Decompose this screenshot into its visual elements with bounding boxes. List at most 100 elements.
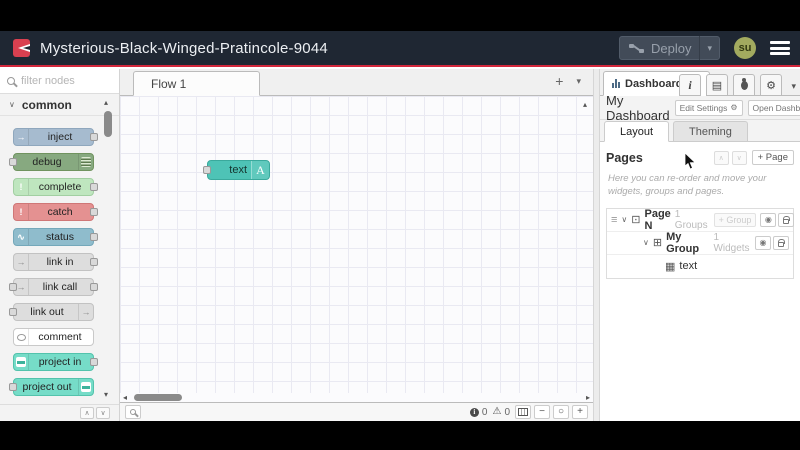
move-down-button[interactable]: ∨ xyxy=(731,150,747,165)
output-port[interactable] xyxy=(90,233,98,241)
output-port[interactable] xyxy=(90,358,98,366)
palette-node-catch[interactable]: ! catch xyxy=(13,203,98,221)
edit-settings-button[interactable]: Edit Settings ⚙ xyxy=(674,99,743,116)
sidebar-resize-handle[interactable] xyxy=(593,69,600,421)
input-port[interactable] xyxy=(203,166,211,174)
bug-icon xyxy=(740,77,748,90)
tab-config[interactable]: ⚙ xyxy=(760,74,782,96)
workspace: Flow 1 + ▾ text A ▴ ◂ ▸ i 0 ⚠ 0 − ○ + xyxy=(120,69,593,421)
project-out-icon xyxy=(78,379,93,395)
output-port[interactable] xyxy=(90,183,98,191)
palette-footer: ∧ ∨ xyxy=(0,404,119,421)
workspace-tabbar: Flow 1 + ▾ xyxy=(120,69,593,96)
open-dashboard-button[interactable]: Open Dashboard ↗ xyxy=(747,99,800,116)
palette-node-link-in[interactable]: → link in xyxy=(13,253,98,271)
tab-layout[interactable]: Layout xyxy=(604,121,670,142)
tab-debug[interactable] xyxy=(733,74,755,96)
horizontal-scrollbar-thumb[interactable] xyxy=(134,394,182,401)
palette-scrollbar[interactable]: ▴ ▾ xyxy=(104,98,113,399)
project-in-icon xyxy=(14,354,29,370)
add-flow-button[interactable]: + xyxy=(555,74,563,88)
complete-icon: ! xyxy=(14,179,29,195)
palette-filter[interactable]: filter nodes xyxy=(0,69,119,94)
deploy-options-button[interactable]: ▾ xyxy=(699,36,719,60)
zoom-out-button[interactable]: − xyxy=(534,405,550,419)
flow-node-text[interactable]: text A xyxy=(203,160,270,180)
zoom-in-button[interactable]: + xyxy=(572,405,588,419)
canvas-horizontal-scrollbar[interactable]: ◂ ▸ xyxy=(120,393,593,402)
pages-heading: Pages xyxy=(606,150,643,165)
palette-scrollbar-thumb[interactable] xyxy=(104,111,112,137)
user-avatar[interactable]: su xyxy=(734,37,756,59)
scroll-up-icon[interactable]: ▴ xyxy=(580,100,590,109)
flow-list-button[interactable]: ▾ xyxy=(576,76,581,87)
deploy-button[interactable]: Deploy ▾ xyxy=(619,36,720,60)
palette-node-status[interactable]: ∿ status xyxy=(13,228,98,246)
main-menu-button[interactable] xyxy=(770,41,790,55)
palette-node-link-out[interactable]: link out → xyxy=(9,303,94,321)
sidebar: Dashboard 2.0 i ▤ ⚙ ▾ My Dashboard Edit … xyxy=(600,69,800,421)
palette-filter-placeholder: filter nodes xyxy=(21,75,75,87)
page-lock-button[interactable] xyxy=(778,212,795,227)
link-call-icon: → xyxy=(14,279,29,295)
palette-node-comment[interactable]: comment xyxy=(13,328,94,346)
move-up-button[interactable]: ∧ xyxy=(713,150,729,165)
palette-node-list: → inject debug ! complete ! catch ∿ stat… xyxy=(0,116,119,396)
drag-handle-icon[interactable]: ≡ xyxy=(611,214,617,226)
collapse-categories-button[interactable]: ∧ xyxy=(80,407,94,419)
debug-icon xyxy=(78,154,93,170)
sidebar-tab-list-button[interactable]: ▾ xyxy=(791,81,796,92)
navigator-button[interactable] xyxy=(515,405,531,419)
header: Mysterious-Black-Winged-Pratincole-9044 … xyxy=(0,31,800,67)
input-port[interactable] xyxy=(9,158,17,166)
tab-flow-1[interactable]: Flow 1 xyxy=(133,71,260,96)
collapse-group-icon[interactable]: ∨ xyxy=(643,238,649,247)
deploy-nodes-icon xyxy=(629,43,644,53)
deploy-label: Deploy xyxy=(651,40,692,56)
zoom-reset-button[interactable]: ○ xyxy=(553,405,569,419)
scroll-left-icon[interactable]: ◂ xyxy=(123,393,127,402)
collapse-page-icon[interactable]: ∨ xyxy=(621,215,627,224)
tree-row-widget[interactable]: ▦ text xyxy=(607,255,793,278)
output-port[interactable] xyxy=(90,258,98,266)
palette-category-label: common xyxy=(21,97,72,112)
status-icon: ∿ xyxy=(14,229,29,245)
group-visibility-button[interactable]: ◉ xyxy=(755,235,771,250)
search-flows-button[interactable] xyxy=(125,405,141,419)
tab-theming[interactable]: Theming xyxy=(673,121,748,141)
tab-info[interactable]: i xyxy=(679,74,701,96)
add-group-button[interactable]: + Group xyxy=(713,212,757,227)
group-lock-button[interactable] xyxy=(773,235,789,250)
scroll-up-icon[interactable]: ▴ xyxy=(104,98,108,107)
palette-node-link-call[interactable]: → link call xyxy=(9,278,98,296)
input-port[interactable] xyxy=(9,308,17,316)
info-icon: i xyxy=(688,77,692,92)
tree-row-group[interactable]: ∨ ⊞ My Group 1 Widgets ◉ xyxy=(607,231,793,255)
flowfuse-logo-icon xyxy=(13,39,30,57)
palette-node-debug[interactable]: debug xyxy=(9,153,94,171)
scroll-right-icon[interactable]: ▸ xyxy=(586,393,590,402)
output-port[interactable] xyxy=(90,208,98,216)
palette-node-project-in[interactable]: project in xyxy=(13,353,98,371)
caret-up-icon: ∧ xyxy=(718,154,724,162)
page-visibility-button[interactable]: ◉ xyxy=(760,212,777,227)
scroll-down-icon[interactable]: ▾ xyxy=(104,390,108,399)
tab-help[interactable]: ▤ xyxy=(706,74,728,96)
add-page-button[interactable]: + Page xyxy=(751,150,794,165)
palette-category-common[interactable]: ∨ common xyxy=(0,94,119,116)
palette-node-project-out[interactable]: project out xyxy=(9,378,94,396)
canvas-vertical-scrollbar[interactable]: ▴ xyxy=(580,100,590,109)
palette-node-complete[interactable]: ! complete xyxy=(13,178,98,196)
output-port[interactable] xyxy=(90,283,98,291)
link-out-icon: → xyxy=(78,304,93,320)
tree-row-page[interactable]: ≡ ∨ ⊡ Page N 1 Groups + Group ◉ xyxy=(607,208,795,232)
input-port[interactable] xyxy=(9,383,17,391)
palette-node-inject[interactable]: → inject xyxy=(13,128,98,146)
expand-categories-button[interactable]: ∨ xyxy=(96,407,110,419)
dashboard-title: My Dashboard xyxy=(606,92,670,123)
flow-canvas[interactable]: text A ▴ xyxy=(120,96,593,393)
link-in-icon: → xyxy=(14,254,29,270)
layout-tree: ≡ ∨ ⊡ Page N 1 Groups + Group ◉ ∨ ⊞ My G… xyxy=(606,207,795,279)
output-port[interactable] xyxy=(90,133,98,141)
workspace-footer: i 0 ⚠ 0 − ○ + xyxy=(120,402,593,421)
